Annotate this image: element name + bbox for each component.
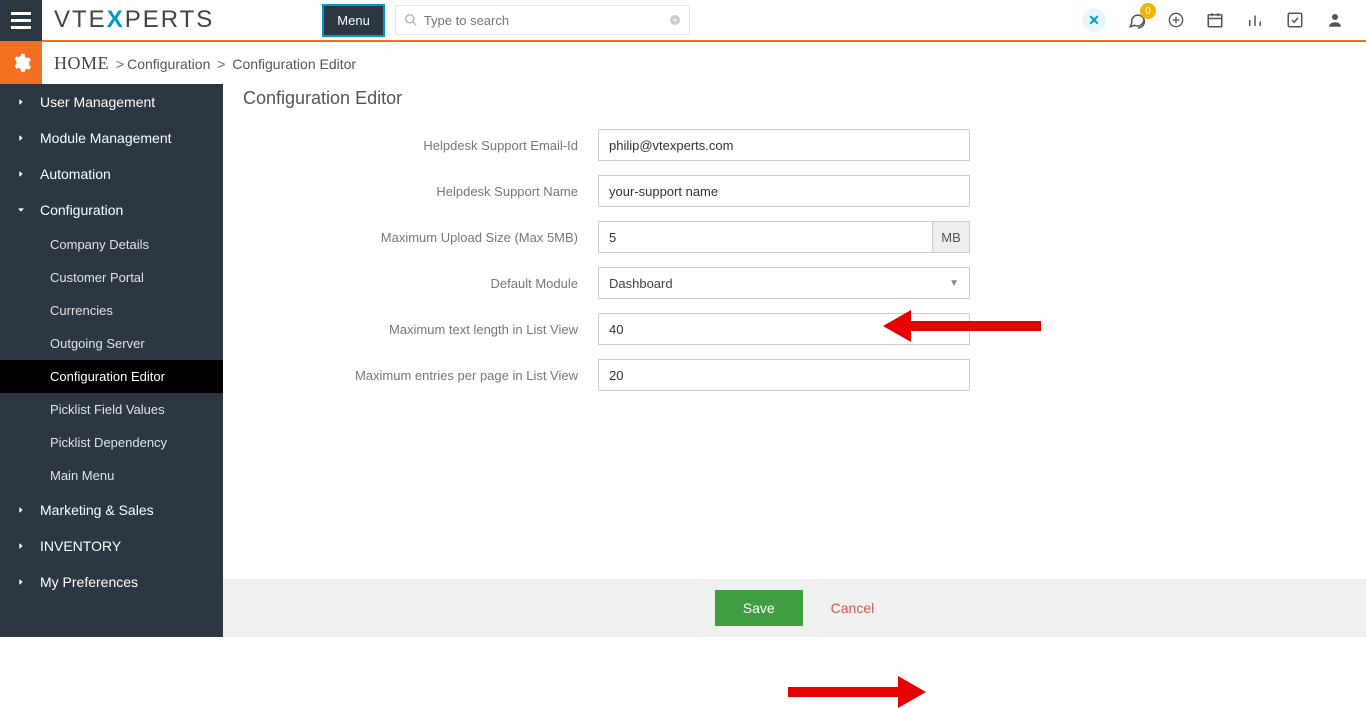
select-value: Dashboard [609, 276, 673, 291]
label-default-module: Default Module [243, 276, 598, 291]
hamburger-icon [11, 12, 31, 29]
hamburger-menu[interactable] [0, 0, 42, 41]
sidebar-sub-main-menu[interactable]: Main Menu [0, 459, 223, 492]
footer-bar: Save Cancel [223, 579, 1366, 637]
sidebar-item-inventory[interactable]: INVENTORY [0, 528, 223, 564]
sidebar-sub-company-details[interactable]: Company Details [0, 228, 223, 261]
chevron-right-icon [16, 133, 30, 143]
row-helpdesk-email: Helpdesk Support Email-Id [243, 129, 1346, 161]
sidebar-item-configuration[interactable]: Configuration [0, 192, 223, 228]
label-helpdesk-email: Helpdesk Support Email-Id [243, 138, 598, 153]
chevron-down-icon [16, 205, 30, 215]
row-default-module: Default Module Dashboard ▼ [243, 267, 1346, 299]
sidebar-item-marketing-sales[interactable]: Marketing & Sales [0, 492, 223, 528]
label-max-text: Maximum text length in List View [243, 322, 598, 337]
chevron-right-icon [16, 541, 30, 551]
row-helpdesk-name: Helpdesk Support Name [243, 175, 1346, 207]
caret-down-icon: ▼ [949, 278, 959, 289]
sidebar-item-label: Automation [40, 166, 111, 182]
input-max-upload[interactable] [598, 221, 932, 253]
sidebar-item-label: Configuration [40, 202, 123, 218]
sidebar-sub-customer-portal[interactable]: Customer Portal [0, 261, 223, 294]
logo: VTEXPERTS [54, 6, 214, 34]
sidebar-sub-currencies[interactable]: Currencies [0, 294, 223, 327]
row-max-upload: Maximum Upload Size (Max 5MB) MB [243, 221, 1346, 253]
label-max-upload: Maximum Upload Size (Max 5MB) [243, 230, 598, 245]
sidebar-item-module-management[interactable]: Module Management [0, 120, 223, 156]
sidebar-item-label: Module Management [40, 130, 172, 146]
search-box[interactable] [395, 5, 690, 35]
sidebar-item-label: User Management [40, 94, 155, 110]
sidebar-item-label: Marketing & Sales [40, 502, 154, 518]
sidebar: User Management Module Management Automa… [0, 84, 223, 637]
chevron-right-icon [16, 97, 30, 107]
row-max-text: Maximum text length in List View [243, 313, 1346, 345]
notification-badge: 0 [1140, 3, 1156, 19]
input-helpdesk-name[interactable] [598, 175, 970, 207]
layout: User Management Module Management Automa… [0, 84, 1366, 637]
sidebar-item-user-management[interactable]: User Management [0, 84, 223, 120]
user-icon[interactable] [1326, 11, 1344, 29]
menu-button[interactable]: Menu [322, 4, 385, 37]
reports-icon[interactable] [1246, 11, 1264, 29]
topbar-right: ✕ 0 [1082, 8, 1366, 32]
top-bar: VTEXPERTS Menu ✕ 0 [0, 0, 1366, 42]
chevron-right-icon [16, 505, 30, 515]
sidebar-sub-picklist-field-values[interactable]: Picklist Field Values [0, 393, 223, 426]
chevron-right-icon [16, 577, 30, 587]
breadcrumb: HOME >Configuration > Configuration Edit… [54, 53, 356, 74]
breadcrumb-home[interactable]: HOME [54, 53, 109, 73]
main-content: Configuration Editor Helpdesk Support Em… [223, 84, 1366, 637]
sidebar-sub-configuration-editor[interactable]: Configuration Editor [0, 360, 223, 393]
settings-gear-icon[interactable] [0, 42, 42, 84]
input-max-entries[interactable] [598, 359, 970, 391]
sidebar-sub-outgoing-server[interactable]: Outgoing Server [0, 327, 223, 360]
search-dropdown-icon[interactable] [669, 14, 681, 26]
cancel-link[interactable]: Cancel [831, 600, 875, 616]
select-default-module[interactable]: Dashboard ▼ [598, 267, 970, 299]
row-max-entries: Maximum entries per page in List View [243, 359, 1346, 391]
chat-icon[interactable]: 0 [1128, 11, 1146, 29]
add-icon[interactable] [1168, 12, 1184, 28]
sidebar-item-automation[interactable]: Automation [0, 156, 223, 192]
breadcrumb-level1[interactable]: Configuration [127, 56, 210, 72]
input-helpdesk-email[interactable] [598, 129, 970, 161]
label-max-entries: Maximum entries per page in List View [243, 368, 598, 383]
calendar-icon[interactable] [1206, 11, 1224, 29]
sidebar-item-label: INVENTORY [40, 538, 121, 554]
sidebar-sub-picklist-dependency[interactable]: Picklist Dependency [0, 426, 223, 459]
sidebar-item-my-preferences[interactable]: My Preferences [0, 564, 223, 600]
search-icon [404, 13, 418, 27]
breadcrumb-row: HOME >Configuration > Configuration Edit… [0, 42, 1366, 84]
search-input[interactable] [424, 13, 669, 28]
label-helpdesk-name: Helpdesk Support Name [243, 184, 598, 199]
annotation-arrow-2 [788, 676, 926, 708]
annotation-arrow-1 [883, 310, 1041, 342]
brand-x-icon[interactable]: ✕ [1082, 8, 1106, 32]
checkbox-icon[interactable] [1286, 11, 1304, 29]
chevron-right-icon [16, 169, 30, 179]
save-button[interactable]: Save [715, 590, 803, 626]
breadcrumb-level2[interactable]: Configuration Editor [232, 56, 356, 72]
page-title: Configuration Editor [223, 84, 1366, 109]
form-area: Helpdesk Support Email-Id Helpdesk Suppo… [223, 109, 1366, 405]
suffix-mb: MB [932, 221, 970, 253]
sidebar-item-label: My Preferences [40, 574, 138, 590]
